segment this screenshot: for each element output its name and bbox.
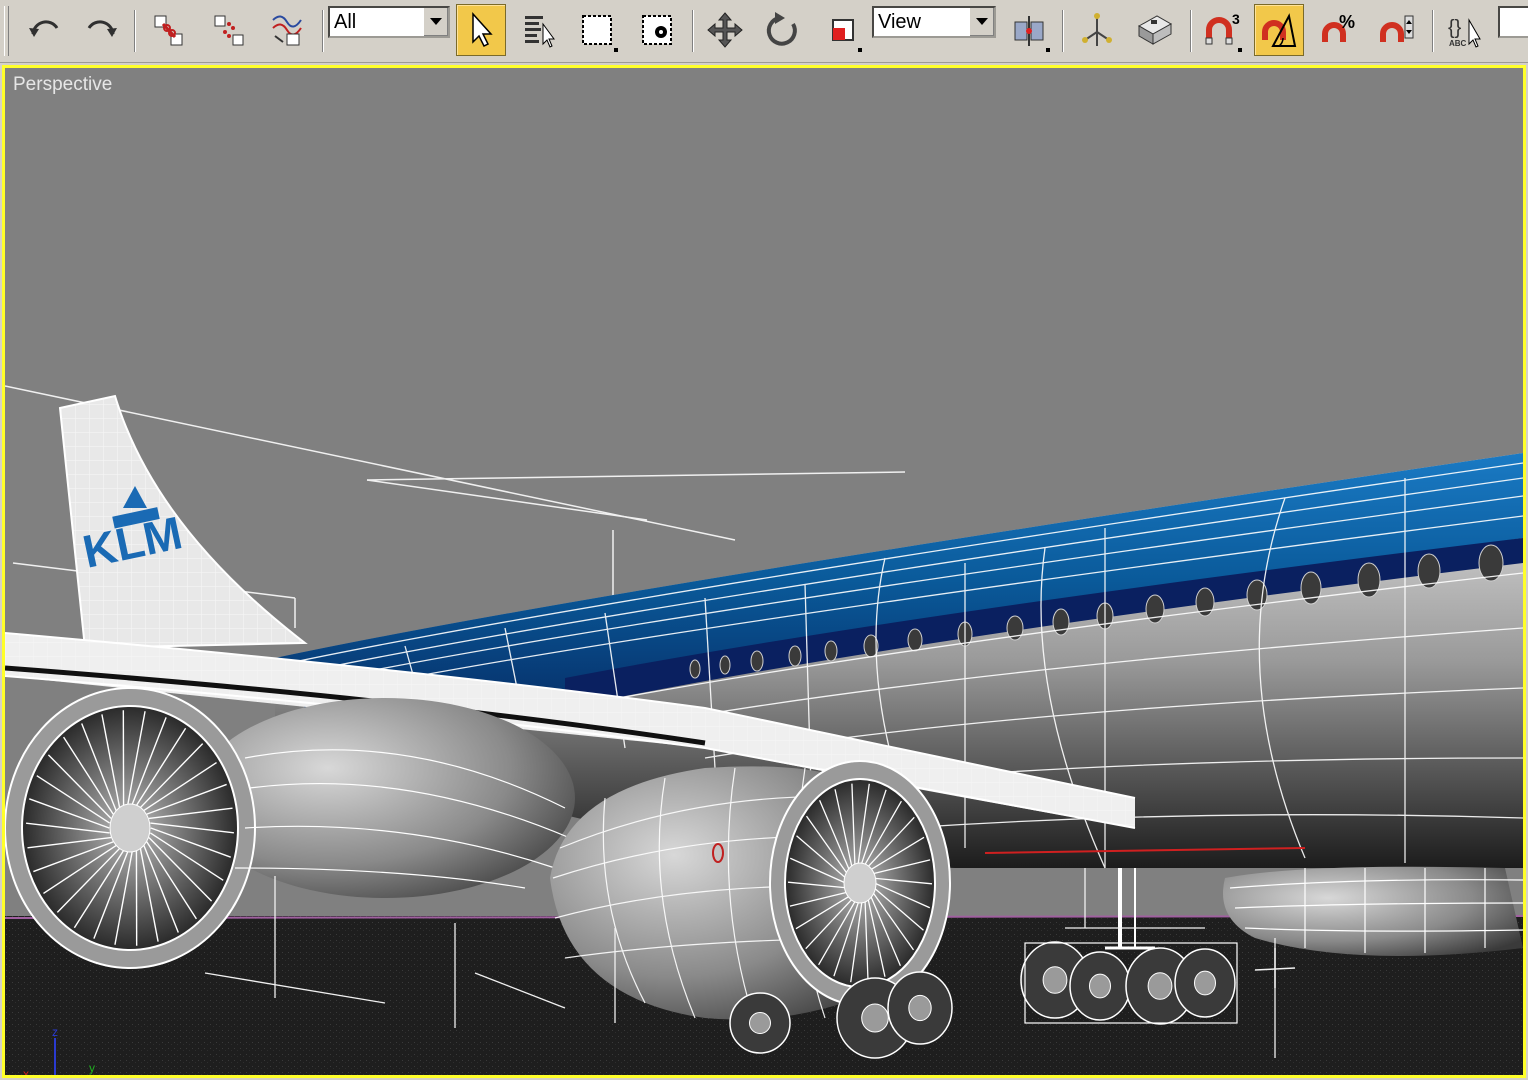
select-object-button[interactable] [456, 4, 506, 56]
toolbar-separator [692, 10, 694, 52]
redo-icon [87, 20, 117, 37]
named-selection-abbr: ABC [1449, 39, 1467, 48]
select-and-manipulate-button[interactable] [1072, 4, 1122, 56]
selection-filter-dropdown[interactable]: All [328, 6, 450, 38]
rectangular-selection-region-button[interactable] [572, 4, 622, 56]
snap-count-label: 3 [1232, 11, 1240, 27]
reference-coordinate-value: View [878, 11, 921, 33]
scale-icon [832, 19, 854, 41]
wheel-hub [1042, 966, 1068, 994]
selection-filter-value: All [334, 11, 357, 33]
flyout-indicator [1046, 48, 1050, 52]
link-icon [154, 15, 183, 46]
toolbar-grip[interactable] [4, 6, 9, 56]
viewport-label[interactable]: Perspective [13, 74, 112, 96]
wheel-hub [1089, 973, 1111, 999]
window-crossing-icon [642, 15, 672, 45]
rect-region-icon [582, 15, 612, 45]
main-toolbar: All View 3 % {} ABC [0, 0, 1528, 63]
scene-render[interactable]: KLM [5, 68, 1523, 1075]
toolbar-separator [322, 10, 324, 52]
undo-icon [29, 20, 59, 37]
space-warp-icon [272, 15, 302, 46]
named-selection-field[interactable] [1498, 6, 1528, 38]
wheel-hub [861, 1003, 889, 1033]
select-by-name-button[interactable] [514, 4, 564, 56]
redo-button[interactable] [76, 4, 126, 56]
axis-y-label: y [89, 1061, 95, 1075]
wheel-hub [1147, 972, 1173, 1000]
select-and-move-button[interactable] [700, 4, 750, 56]
reference-coordinate-dropdown[interactable]: View [872, 6, 996, 38]
angle-snap-icon [1262, 13, 1297, 47]
flyout-indicator [1238, 48, 1242, 52]
toolbar-separator [134, 10, 136, 52]
axis-x-label: x [23, 1067, 29, 1078]
window-crossing-button[interactable] [632, 4, 682, 56]
svg-text:{}: {} [1448, 17, 1462, 39]
axis-tripod: x y z [23, 1028, 95, 1078]
move-icon [707, 12, 743, 48]
select-and-scale-button[interactable] [816, 4, 866, 56]
select-and-rotate-button[interactable] [758, 4, 808, 56]
snaps-toggle-button[interactable]: 3 [1196, 4, 1246, 56]
toolbar-separator [1432, 10, 1434, 52]
axis-z-label: z [52, 1028, 58, 1039]
percent-snap-icon: % [1322, 12, 1355, 42]
use-pivot-point-center-button[interactable] [1004, 4, 1054, 56]
chevron-down-icon[interactable] [423, 8, 448, 36]
named-selection-icon: {} ABC [1448, 17, 1481, 48]
manipulate-icon [1082, 13, 1112, 46]
toolbar-separator [1062, 10, 1064, 52]
arrow-cursor-icon [472, 12, 493, 48]
wheel-hub [1194, 970, 1216, 996]
chevron-down-icon[interactable] [969, 8, 994, 36]
select-by-name-icon [525, 16, 555, 48]
wheel-hub [908, 994, 932, 1022]
keyboard-icon [1137, 15, 1173, 45]
keyboard-shortcut-override-button[interactable] [1130, 4, 1180, 56]
undo-button[interactable] [20, 4, 70, 56]
rotate-icon [766, 12, 797, 46]
spinner-snap-icon [1380, 15, 1414, 42]
pivot-center-icon [1014, 16, 1044, 46]
unlink-icon [214, 15, 244, 46]
flyout-indicator [614, 48, 618, 52]
perspective-viewport[interactable]: KLM Perspective x y z [2, 65, 1526, 1078]
flyout-indicator [858, 48, 862, 52]
percent-label: % [1339, 12, 1355, 32]
percent-snap-toggle-button[interactable]: % [1314, 4, 1364, 56]
toolbar-separator [1190, 10, 1192, 52]
spinner-snap-toggle-button[interactable] [1372, 4, 1422, 56]
tail-fin: KLM [58, 394, 308, 650]
angle-snap-toggle-button[interactable] [1254, 4, 1304, 56]
bind-to-space-warp-button[interactable] [262, 4, 312, 56]
magnet-3-icon: 3 [1205, 11, 1240, 45]
unlink-selection-button[interactable] [204, 4, 254, 56]
select-and-link-button[interactable] [144, 4, 194, 56]
edit-named-selection-sets-button[interactable]: {} ABC [1440, 4, 1490, 56]
wheel-hub [749, 1012, 771, 1034]
